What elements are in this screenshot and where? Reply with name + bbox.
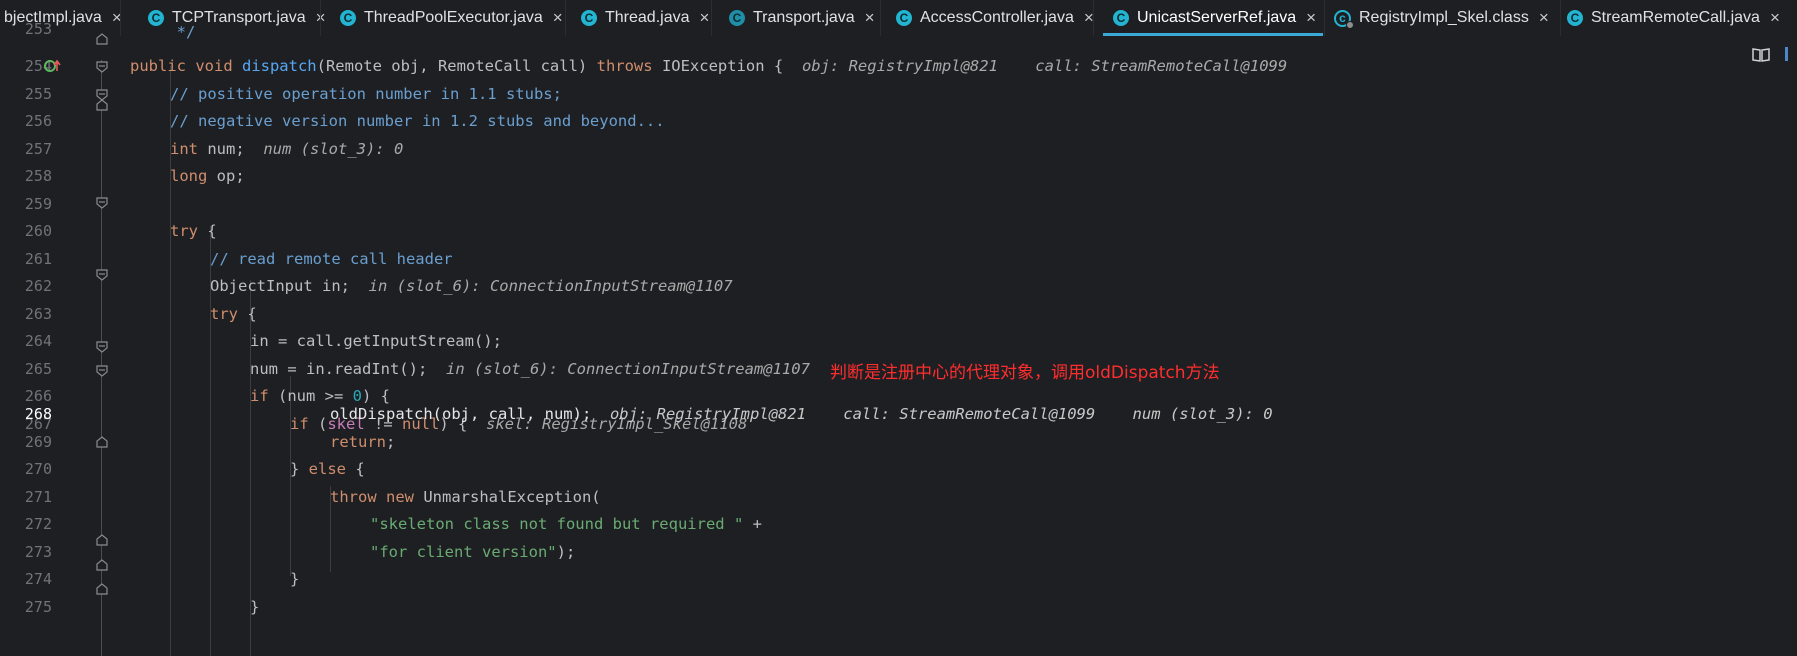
line-number[interactable]: 274 <box>0 566 52 594</box>
code-line-273[interactable]: "for client version"); <box>370 539 1797 567</box>
debug-inline-value: obj: RegistryImpl@821 call: StreamRemote… <box>801 57 1288 75</box>
line-number[interactable]: 273 <box>0 539 52 567</box>
line-number[interactable]: 261 <box>0 246 52 274</box>
code-editor[interactable]: */ public void dispatch(Remote obj, Remo… <box>130 23 1797 656</box>
fold-end-icon[interactable] <box>95 435 109 449</box>
code-line-268-current[interactable]: oldDispatch(obj, call, num); obj: Regist… <box>330 401 1797 429</box>
debug-inline-value: num (slot_3): 0 <box>263 139 404 158</box>
line-number[interactable]: 269 <box>0 429 52 457</box>
fold-end-icon[interactable] <box>95 32 109 46</box>
fold-end-icon[interactable] <box>95 558 109 572</box>
line-number[interactable]: 256 <box>0 108 52 136</box>
code-line-272[interactable]: "skeleton class not found but required "… <box>370 511 1797 539</box>
fold-start-icon[interactable] <box>95 268 109 282</box>
scrollbar-marker[interactable] <box>1785 47 1788 61</box>
current-line-number[interactable]: 268 <box>0 401 52 429</box>
annotation-note: 判断是注册中心的代理对象，调用oldDispatch方法 <box>830 363 1220 383</box>
code-line-270[interactable]: } else { <box>290 456 1797 484</box>
line-number[interactable]: 255 <box>0 81 52 109</box>
line-number[interactable]: 271 <box>0 484 52 512</box>
code-line-258[interactable]: long op; <box>170 163 1797 191</box>
code-line-269[interactable]: return; <box>330 429 1797 457</box>
override-method-icon[interactable] <box>44 58 62 74</box>
code-line-263[interactable]: try { <box>210 301 1797 329</box>
fold-start-icon[interactable] <box>95 60 109 74</box>
code-line-255[interactable]: // positive operation number in 1.1 stub… <box>170 81 1797 109</box>
line-number[interactable]: 264 <box>0 328 52 356</box>
code-line-261[interactable]: // read remote call header <box>210 246 1797 274</box>
editor-gutter: 253 254 255 256 257 258 259 260 261 262 … <box>0 20 130 656</box>
code-line-256[interactable]: // negative version number in 1.2 stubs … <box>170 108 1797 136</box>
line-number[interactable]: 259 <box>0 191 52 219</box>
code-line-262[interactable]: ObjectInput in; in (slot_6): ConnectionI… <box>210 273 1797 301</box>
line-number[interactable]: 275 <box>0 594 52 622</box>
code-line-260[interactable]: try { <box>170 218 1797 246</box>
line-number[interactable]: 260 <box>0 218 52 246</box>
fold-start-icon[interactable] <box>95 340 109 354</box>
debug-inline-value: in (slot_6): ConnectionInputStream@1107 <box>368 277 733 295</box>
line-number[interactable]: 272 <box>0 511 52 539</box>
fold-end-icon[interactable] <box>95 533 109 547</box>
line-number[interactable]: 265 <box>0 356 52 384</box>
code-line-264[interactable]: in = call.getInputStream(); <box>250 328 1797 356</box>
debug-inline-value: obj: RegistryImpl@821 call: StreamRemote… <box>609 405 1273 423</box>
fold-start-icon[interactable] <box>95 364 109 378</box>
fold-end-icon[interactable] <box>95 98 109 112</box>
line-number[interactable]: 263 <box>0 301 52 329</box>
debug-inline-value: in (slot_6): ConnectionInputStream@1107 <box>445 359 810 378</box>
fold-end-icon[interactable] <box>95 582 109 596</box>
code-line-275[interactable]: } <box>250 594 1797 622</box>
line-number[interactable]: 258 <box>0 163 52 191</box>
line-number[interactable]: 257 <box>0 136 52 164</box>
reader-mode-icon[interactable] <box>1752 47 1770 63</box>
code-line-254[interactable]: public void dispatch(Remote obj, RemoteC… <box>130 53 1797 81</box>
line-number[interactable]: 262 <box>0 273 52 301</box>
code-line-274[interactable]: } <box>290 566 1797 594</box>
line-number[interactable]: 270 <box>0 456 52 484</box>
code-line-271[interactable]: throw new UnmarshalException( <box>330 484 1797 512</box>
fold-start-icon[interactable] <box>95 196 109 210</box>
code-line-257[interactable]: int num; num (slot_3): 0 <box>170 136 1797 164</box>
